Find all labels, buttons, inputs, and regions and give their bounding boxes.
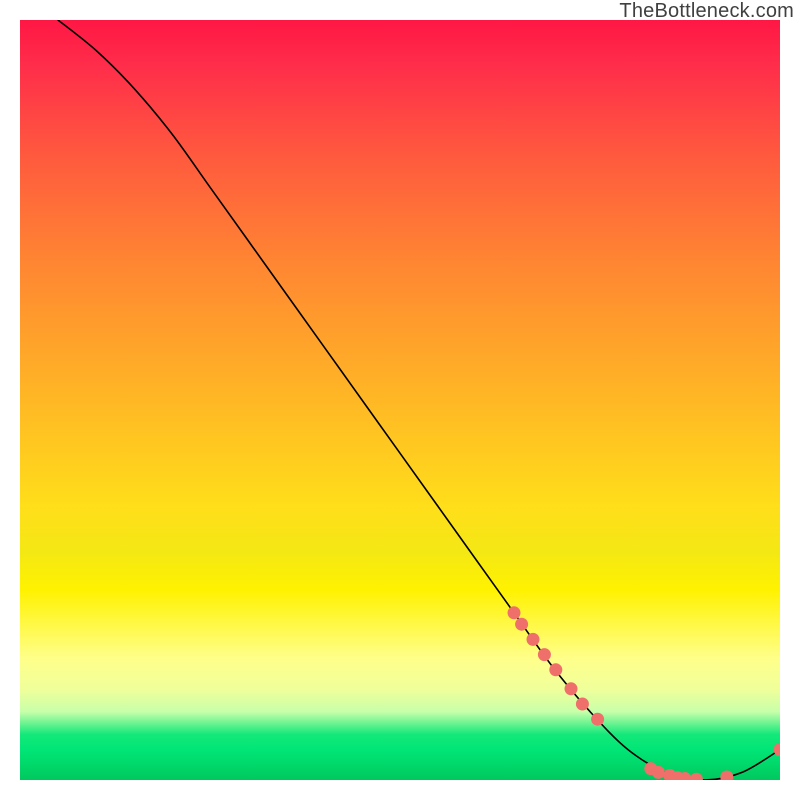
data-point-marker [527,633,540,646]
plot-area [20,20,780,780]
marker-layer [508,606,781,780]
bottleneck-curve-path [58,20,780,780]
watermark-text: TheBottleneck.com [619,0,794,23]
data-point-marker [565,682,578,695]
data-point-marker [576,698,589,711]
data-point-marker [652,766,665,779]
data-point-marker [720,770,733,780]
data-point-marker [508,606,521,619]
chart-container: TheBottleneck.com [0,0,800,800]
data-point-marker [774,743,781,756]
curve-layer [58,20,780,780]
data-point-marker [515,618,528,631]
chart-svg [20,20,780,780]
data-point-marker [690,773,703,780]
data-point-marker [538,648,551,661]
data-point-marker [591,713,604,726]
data-point-marker [549,663,562,676]
